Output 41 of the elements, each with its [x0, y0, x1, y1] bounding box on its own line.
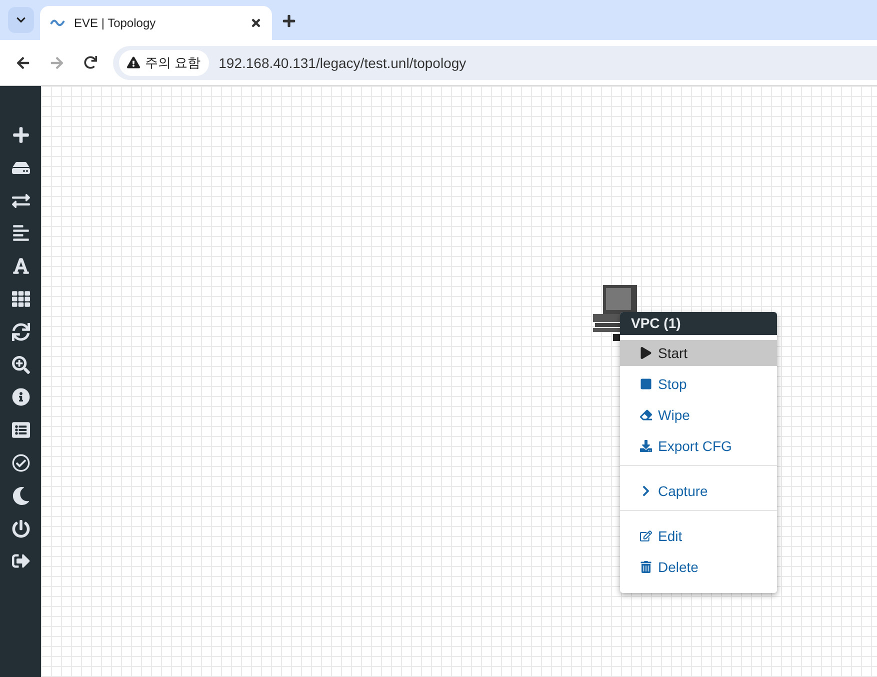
- stop-icon: [640, 378, 652, 390]
- list-icon[interactable]: [12, 421, 30, 440]
- logo-icon: [50, 18, 66, 28]
- power-icon[interactable]: [12, 520, 30, 538]
- menu-item[interactable]: Start: [620, 340, 777, 366]
- menu-item[interactable]: Stop: [620, 371, 777, 397]
- eraser-icon: [640, 409, 652, 421]
- menu-item[interactable]: Capture: [620, 478, 777, 504]
- info-icon[interactable]: [12, 388, 30, 406]
- lines-icon[interactable]: [12, 224, 30, 242]
- security-chip[interactable]: 주의 요함: [119, 50, 209, 76]
- security-label: 주의 요함: [145, 54, 201, 72]
- zoom-icon[interactable]: [12, 356, 30, 374]
- menu-item[interactable]: Edit: [620, 523, 777, 549]
- edit-icon: [640, 530, 652, 542]
- reload-icon[interactable]: [84, 56, 97, 69]
- back-icon[interactable]: [16, 56, 30, 70]
- browser-tab[interactable]: EVE | Topology: [40, 6, 272, 40]
- url-text[interactable]: 192.168.40.131/legacy/test.unl/topology: [218, 54, 466, 70]
- trash-icon: [640, 561, 652, 573]
- add-icon[interactable]: [12, 126, 30, 144]
- menu-item[interactable]: Export CFG: [620, 433, 777, 459]
- menu-title: VPC (1): [620, 312, 777, 335]
- letter-icon[interactable]: [12, 257, 30, 276]
- tab-list-button[interactable]: [8, 7, 34, 33]
- arrows-icon[interactable]: [12, 192, 30, 210]
- check-circle-icon[interactable]: [12, 454, 30, 472]
- grid-icon[interactable]: [12, 290, 30, 308]
- chevron-icon: [640, 485, 652, 497]
- chevron-down-icon: [16, 15, 26, 25]
- new-tab-icon[interactable]: [282, 14, 296, 28]
- close-icon[interactable]: [250, 17, 262, 29]
- tab-title: EVE | Topology: [74, 16, 157, 30]
- play-icon: [640, 347, 652, 359]
- menu-item[interactable]: Delete: [620, 554, 777, 580]
- logout-icon[interactable]: [12, 552, 30, 570]
- refresh-icon[interactable]: [12, 322, 30, 341]
- moon-icon[interactable]: [12, 486, 30, 505]
- warning-icon: [127, 56, 140, 69]
- download-icon: [640, 440, 652, 452]
- menu-item[interactable]: Wipe: [620, 402, 777, 428]
